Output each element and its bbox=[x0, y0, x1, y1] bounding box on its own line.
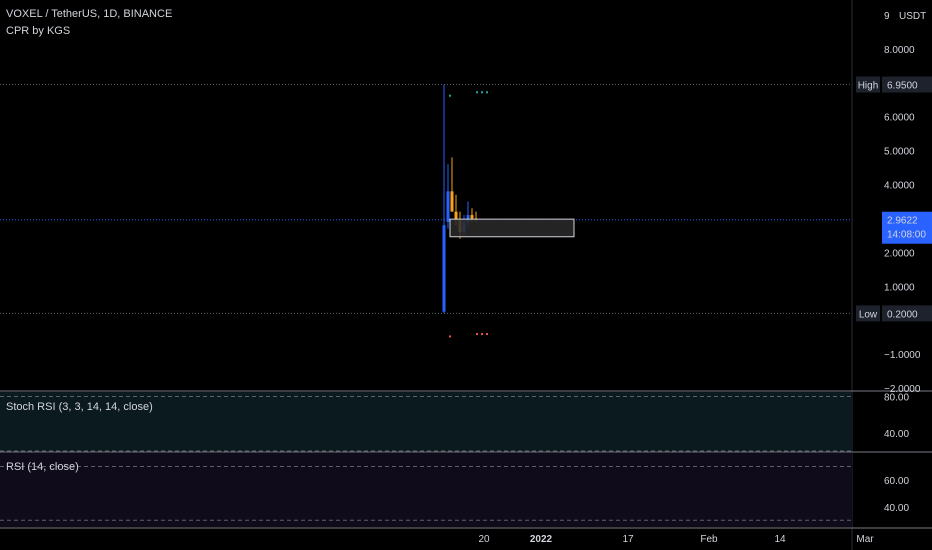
pivot-dot-low bbox=[486, 333, 488, 336]
pane-tick-label: 60.00 bbox=[884, 476, 909, 487]
price-tick-label: 8.0000 bbox=[884, 45, 915, 56]
price-tick-label: 1.0000 bbox=[884, 282, 915, 293]
pivot-dot-high bbox=[481, 91, 483, 94]
indicator-label[interactable]: CPR by KGS bbox=[6, 25, 70, 37]
pivot-dot-high bbox=[449, 94, 451, 97]
price-line-name: High bbox=[858, 81, 879, 92]
price-line-value: 6.9500 bbox=[887, 81, 918, 92]
stoch-rsi-label[interactable]: Stoch RSI (3, 3, 14, 14, close) bbox=[6, 401, 153, 413]
pane-tick-label: 40.00 bbox=[884, 429, 909, 440]
price-tick-label: 9 bbox=[884, 11, 890, 22]
price-tick-label: −1.0000 bbox=[884, 350, 921, 361]
pivot-dot-low bbox=[481, 333, 483, 336]
last-price-countdown: 14:08:00 bbox=[887, 230, 926, 241]
candle-body bbox=[450, 191, 454, 212]
rsi-label[interactable]: RSI (14, close) bbox=[6, 461, 79, 473]
time-axis[interactable]: 20 2022 17 Feb 14 Mar bbox=[478, 534, 874, 545]
time-tick-label: 20 bbox=[478, 534, 490, 545]
time-tick-label: 2022 bbox=[530, 534, 553, 545]
currency-label: USDT bbox=[899, 11, 926, 22]
pane-tick-label: 40.00 bbox=[884, 503, 909, 514]
price-tick-label: 5.0000 bbox=[884, 147, 915, 158]
pane-background bbox=[0, 453, 852, 527]
symbol-title[interactable]: VOXEL / TetherUS, 1D, BINANCE bbox=[6, 8, 172, 20]
pivot-dot-low bbox=[449, 335, 451, 338]
pane-tick-label: 80.00 bbox=[884, 393, 909, 404]
candle-body bbox=[470, 215, 474, 219]
pivot-dot-high bbox=[476, 91, 478, 94]
last-price-value: 2.9622 bbox=[887, 216, 918, 227]
time-tick-label: Feb bbox=[700, 534, 718, 545]
candles[interactable] bbox=[442, 84, 478, 314]
price-line-name: Low bbox=[859, 309, 878, 320]
time-tick-label: 14 bbox=[774, 534, 786, 545]
time-tick-label: 17 bbox=[622, 534, 634, 545]
cpr-box bbox=[449, 218, 575, 238]
time-tick-label: Mar bbox=[856, 534, 874, 545]
pivot-dot-high bbox=[486, 91, 488, 94]
price-line-value: 0.2000 bbox=[887, 309, 918, 320]
candle-body bbox=[446, 191, 450, 222]
candle-body bbox=[442, 225, 446, 312]
price-tick-label: 4.0000 bbox=[884, 181, 915, 192]
price-tick-label: 2.0000 bbox=[884, 248, 915, 259]
price-lines bbox=[0, 84, 852, 314]
chart-svg[interactable]: 9 8.0000 6.0000 5.0000 4.0000 2.0000 1.0000 −1.… bbox=[0, 0, 932, 550]
pivot-dot-low bbox=[476, 333, 478, 336]
price-tick-label: 6.0000 bbox=[884, 113, 915, 124]
